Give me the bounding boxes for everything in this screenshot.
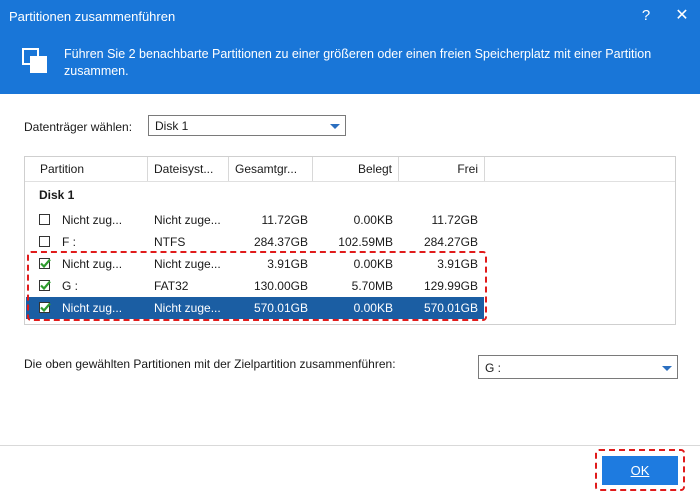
cell-partition: F : (62, 235, 76, 249)
close-button[interactable]: ✕ (672, 6, 692, 26)
window-title: Partitionen zusammenführen (9, 9, 176, 24)
checkbox-icon[interactable] (39, 236, 50, 247)
dialog-description: Führen Sie 2 benachbarte Partitionen zu … (64, 47, 652, 78)
column-free[interactable]: Frei (399, 157, 485, 181)
target-partition-dropdown[interactable]: G : (478, 355, 678, 379)
disk-select-dropdown[interactable]: Disk 1 (148, 115, 346, 136)
cell-total: 284.37GB (253, 235, 308, 249)
column-filesystem[interactable]: Dateisyst... (148, 157, 229, 181)
cell-used: 0.00KB (353, 213, 393, 227)
cell-free: 11.72GB (431, 213, 478, 227)
table-row[interactable]: F : NTFS 284.37GB 102.59MB 284.27GB (26, 231, 484, 253)
disk-select-label: Datenträger wählen: (24, 120, 133, 134)
column-filler (485, 157, 675, 181)
disk-select-value: Disk 1 (155, 119, 189, 133)
chevron-down-icon (330, 124, 340, 129)
table-header: Partition Dateisyst... Gesamtgr... Beleg… (25, 157, 675, 182)
highlight-ok-button (595, 449, 685, 491)
help-button[interactable]: ? (636, 6, 656, 26)
cell-fs: Nicht zuge... (154, 213, 221, 227)
highlight-selected-partitions (27, 251, 487, 321)
disk-group-label: Disk 1 (39, 188, 75, 202)
checkbox-icon[interactable] (39, 214, 50, 225)
column-partition[interactable]: Partition (25, 157, 148, 181)
cell-total: 11.72GB (261, 213, 308, 227)
table-row[interactable]: Nicht zug... Nicht zuge... 11.72GB 0.00KB 11… (26, 209, 484, 231)
column-used[interactable]: Belegt (313, 157, 399, 181)
cell-used: 102.59MB (338, 235, 393, 249)
chevron-down-icon (662, 366, 672, 371)
target-partition-value: G : (485, 361, 502, 375)
dialog-header: Partitionen zusammenführen ? ✕ Führen Si… (0, 0, 700, 94)
cell-free: 284.27GB (423, 235, 478, 249)
cell-partition: Nicht zug... (62, 213, 123, 227)
merge-partitions-icon (22, 48, 47, 73)
column-total-size[interactable]: Gesamtgr... (229, 157, 313, 181)
target-partition-label: Die oben gewählten Partitionen mit der Z… (24, 357, 396, 371)
footer-divider (0, 445, 700, 446)
cell-fs: NTFS (154, 235, 186, 249)
